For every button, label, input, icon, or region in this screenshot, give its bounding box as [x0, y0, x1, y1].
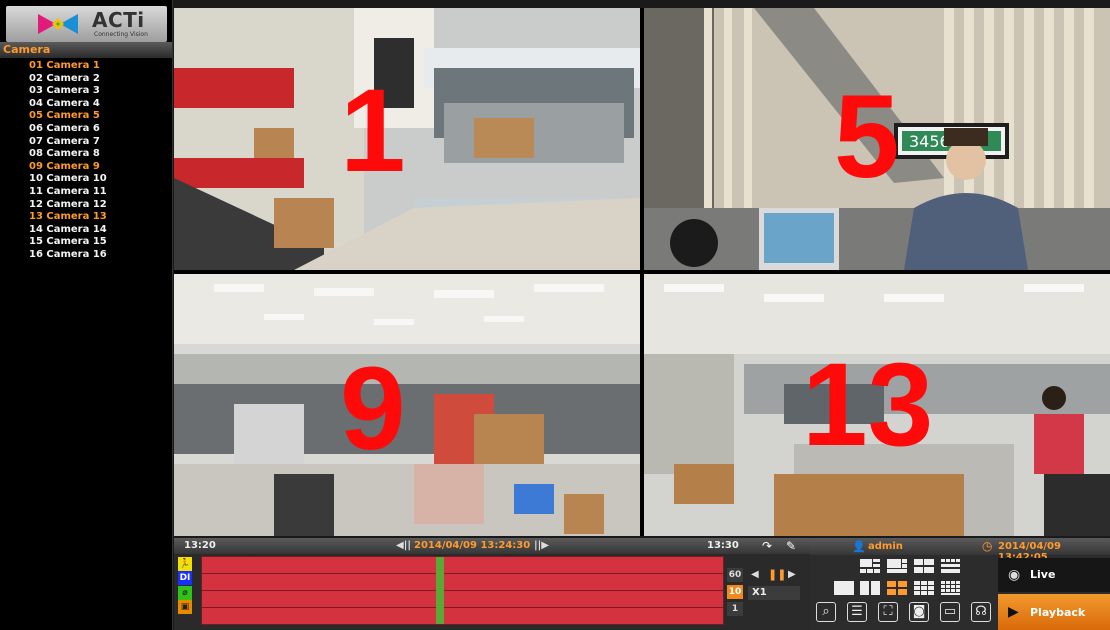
acti-logo-icon — [38, 14, 78, 34]
playback-timeline: 13:20 ◀|| 2014/04/09 13:24:30 ||▶ 13:30 … — [174, 538, 810, 630]
camera-list-item[interactable]: 12 Camera 12 — [29, 199, 107, 212]
live-label: Live — [1030, 568, 1056, 581]
timeline-start-time: 13:20 — [184, 540, 216, 551]
layout-1-7-icon[interactable] — [914, 559, 934, 573]
camera-list-item[interactable]: 03 Camera 3 — [29, 85, 107, 98]
playback-button[interactable]: ▶ Playback — [998, 594, 1110, 630]
camera-list-item[interactable]: 02 Camera 2 — [29, 73, 107, 86]
play-forward-icon[interactable]: ▶ — [788, 569, 796, 580]
camera-list-item[interactable]: 13 Camera 13 — [29, 211, 107, 224]
jump-arrow-icon[interactable]: ↷ — [762, 539, 772, 553]
tile-number-1: 1 — [340, 65, 406, 197]
play-icon: ▶ — [1008, 604, 1019, 620]
snapshot-icon[interactable]: ◙ — [909, 602, 929, 622]
list-icon[interactable]: ☰ — [847, 602, 867, 622]
layout-2-icon[interactable] — [860, 581, 880, 595]
video-grid: 1 3456 5 9 13 — [174, 8, 1110, 536]
camera-list-item[interactable]: 04 Camera 4 — [29, 98, 107, 111]
layout-16-icon[interactable] — [941, 559, 961, 573]
playback-speed[interactable]: X1 — [748, 586, 800, 600]
next-frame-icon[interactable]: ||▶ — [534, 540, 549, 551]
layout-4-icon[interactable] — [887, 581, 907, 595]
do-icon[interactable]: ⌀ — [178, 586, 192, 600]
camera-list-item[interactable]: 07 Camera 7 — [29, 136, 107, 149]
motion-icon[interactable]: 🏃 — [178, 557, 192, 571]
camera-list-header: Camera — [0, 42, 172, 58]
control-panel: 👤 admin ◷ 2014/04/09 13:42:05 — [810, 538, 1110, 630]
monitor-icon[interactable]: ▭ — [940, 602, 960, 622]
brand-name: ACTi — [92, 8, 145, 32]
camera-list: 01 Camera 1 02 Camera 2 03 Camera 3 04 Came… — [29, 60, 107, 262]
scale-10-button[interactable]: 10 — [727, 585, 743, 599]
camera-list-item[interactable]: 14 Camera 14 — [29, 224, 107, 237]
live-view-button[interactable]: ◉ Live — [998, 558, 1110, 592]
pause-icon[interactable]: ❚❚ — [768, 568, 786, 581]
tile-number-13: 13 — [802, 339, 934, 471]
pin-icon[interactable]: ✎ — [786, 539, 796, 553]
scale-60-button[interactable]: 60 — [727, 568, 743, 582]
scale-1-button[interactable]: 1 — [727, 602, 743, 616]
play-backward-icon[interactable]: ◀ — [751, 569, 759, 580]
user-name[interactable]: admin — [868, 541, 903, 552]
track-divider — [202, 573, 723, 574]
acti-logo: ACTi Connecting Vision — [6, 6, 167, 42]
video-tile-1[interactable]: 1 — [174, 8, 640, 270]
timeline-current-time: 2014/04/09 13:24:30 — [414, 540, 531, 551]
di-icon[interactable]: DI — [178, 571, 192, 585]
camera-feed-image — [174, 8, 640, 270]
video-tile-13[interactable]: 13 — [644, 274, 1110, 536]
layout-16-grid-icon[interactable] — [941, 581, 961, 595]
event-icon[interactable]: ▣ — [178, 600, 192, 614]
search-icon[interactable]: ⌕ — [816, 602, 836, 622]
camera-list-item[interactable]: 10 Camera 10 — [29, 173, 107, 186]
brand-tagline: Connecting Vision — [94, 31, 148, 38]
camera-list-item[interactable]: 05 Camera 5 — [29, 110, 107, 123]
layout-1-3-icon[interactable] — [860, 559, 880, 573]
camera-list-item[interactable]: 06 Camera 6 — [29, 123, 107, 136]
camera-list-item[interactable]: 16 Camera 16 — [29, 249, 107, 262]
camera-list-item[interactable]: 11 Camera 11 — [29, 186, 107, 199]
playback-label: Playback — [1030, 606, 1086, 619]
tile-number-9: 9 — [340, 343, 406, 475]
layout-single-icon[interactable] — [834, 581, 854, 595]
layout-1-5-icon[interactable] — [887, 559, 907, 573]
user-icon: 👤 — [852, 540, 866, 553]
tile-number-5: 5 — [834, 71, 900, 203]
camera-feed-image — [174, 274, 640, 536]
timeline-tracks[interactable] — [201, 556, 724, 625]
timeline-cursor[interactable] — [436, 557, 444, 624]
fullscreen-icon[interactable]: ⛶ — [878, 602, 898, 622]
headset-icon[interactable]: ☊ — [971, 602, 991, 622]
track-divider — [202, 590, 723, 591]
timeline-end-time: 13:30 — [707, 540, 739, 551]
video-tile-9[interactable]: 9 — [174, 274, 640, 536]
camera-list-item[interactable]: 01 Camera 1 — [29, 60, 107, 73]
camera-list-item[interactable]: 09 Camera 9 — [29, 161, 107, 174]
license-plate-text: 3456 — [909, 132, 950, 151]
layout-9-icon[interactable] — [914, 581, 934, 595]
eye-icon: ◉ — [1008, 567, 1021, 583]
camera-sidebar: ACTi Connecting Vision Camera 01 Camera … — [0, 0, 173, 630]
camera-list-item[interactable]: 15 Camera 15 — [29, 236, 107, 249]
camera-list-item[interactable]: 08 Camera 8 — [29, 148, 107, 161]
prev-frame-icon[interactable]: ◀|| — [396, 540, 411, 551]
clock-icon: ◷ — [982, 539, 993, 553]
track-divider — [202, 607, 723, 608]
video-tile-5[interactable]: 3456 5 — [644, 8, 1110, 270]
